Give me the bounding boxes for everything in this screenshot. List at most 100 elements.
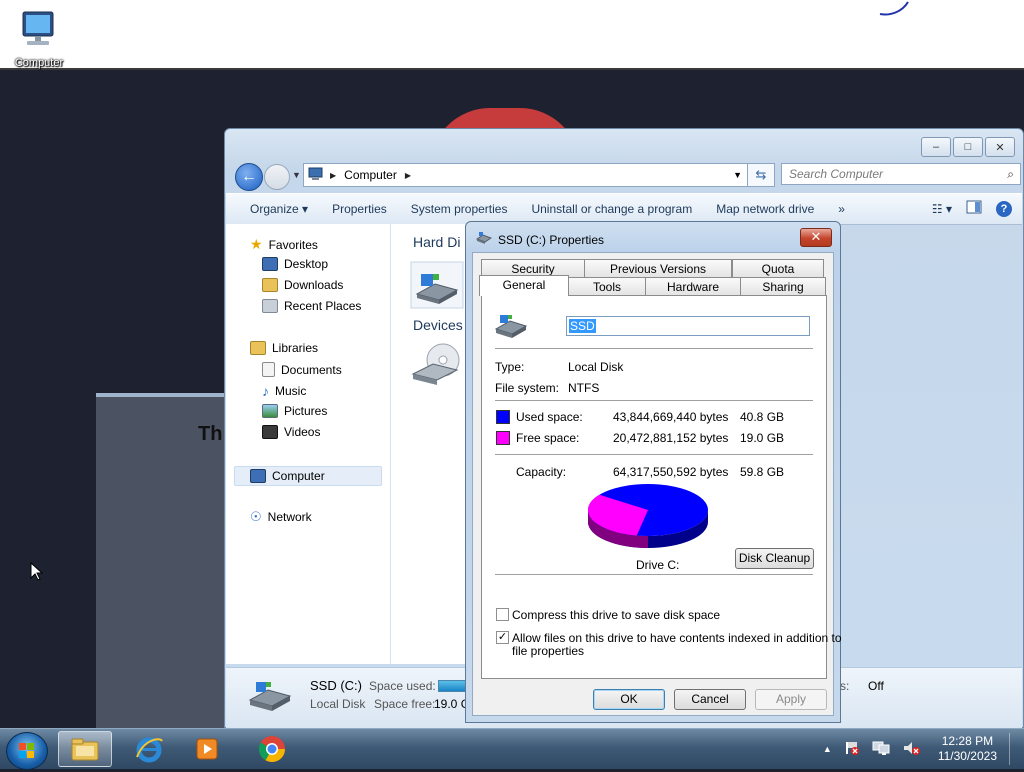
tab-tools[interactable]: Tools (568, 277, 646, 295)
cancel-button[interactable]: Cancel (674, 689, 746, 710)
documents-icon (262, 362, 275, 377)
compress-label[interactable]: Compress this drive to save disk space (512, 608, 720, 622)
group-devices-header[interactable]: Devices (413, 317, 463, 333)
action-center-icon[interactable] (844, 740, 860, 759)
windows-logo-icon (19, 743, 34, 758)
index-label-line2[interactable]: file properties (512, 644, 584, 658)
nav-videos[interactable]: Videos (262, 425, 320, 439)
breadcrumb-computer[interactable]: Computer (344, 168, 397, 182)
nav-recent-places[interactable]: Recent Places (262, 299, 361, 313)
disk-cleanup-button[interactable]: Disk Cleanup (735, 548, 814, 569)
hard-drive-icon[interactable] (409, 260, 465, 313)
index-label-line1[interactable]: Allow files on this drive to have conten… (512, 631, 842, 645)
system-properties-button[interactable]: System properties (411, 202, 508, 216)
apply-button[interactable]: Apply (755, 689, 827, 710)
computer-small-icon (250, 469, 266, 483)
maximize-button[interactable]: □ (953, 137, 983, 157)
dialog-close-button[interactable]: ✕ (800, 228, 832, 247)
media-player-icon (196, 738, 218, 760)
nav-computer[interactable]: Computer (234, 466, 382, 486)
volume-muted-icon[interactable] (902, 740, 920, 759)
compress-checkbox[interactable] (496, 608, 509, 621)
tab-hardware[interactable]: Hardware (645, 277, 741, 295)
index-checkbox[interactable]: ✓ (496, 631, 509, 644)
nav-desktop-label: Desktop (284, 257, 329, 271)
more-commands-button[interactable]: » (838, 202, 845, 216)
tab-general[interactable]: General (479, 275, 569, 296)
capacity-label: Capacity: (516, 465, 567, 479)
background-window[interactable]: Th (96, 393, 236, 737)
breadcrumb-arrow-icon[interactable]: ▶ (405, 171, 411, 180)
pictures-icon (262, 404, 278, 418)
nav-pictures[interactable]: Pictures (262, 404, 327, 418)
taskbar-explorer[interactable] (58, 731, 112, 767)
used-space-bytes: 43,844,669,440 bytes (613, 410, 729, 424)
file-system-value: NTFS (568, 381, 600, 395)
nav-pictures-label: Pictures (284, 404, 328, 418)
tab-sharing[interactable]: Sharing (740, 277, 826, 295)
network-status-icon[interactable] (872, 740, 890, 759)
dvd-drive-icon[interactable] (409, 342, 465, 395)
clock[interactable]: 12:28 PM 11/30/2023 (938, 734, 997, 764)
change-view-icon[interactable]: ☷ ▾ (932, 202, 952, 216)
uninstall-program-button[interactable]: Uninstall or change a program (531, 202, 692, 216)
nav-computer-label: Computer (272, 469, 325, 483)
network-icon: ☉ (250, 509, 262, 524)
map-network-drive-button[interactable]: Map network drive (716, 202, 814, 216)
divider (495, 348, 813, 349)
chrome-icon (258, 736, 286, 763)
desktop-icon-computer[interactable]: Computer (8, 8, 70, 69)
recent-pages-dropdown-icon[interactable]: ▼ (292, 170, 301, 180)
general-tab-panel: SSD Type: Local Disk File system: NTFS U… (481, 295, 842, 679)
taskbar-chrome[interactable] (245, 731, 299, 767)
computer-icon (22, 11, 54, 45)
pen-scribble (879, 1, 909, 16)
drive-properties-dialog[interactable]: SSD (C:) Properties ✕ Security Previous … (465, 221, 842, 723)
minimize-button[interactable]: – (921, 137, 951, 157)
tab-previous-versions[interactable]: Previous Versions (584, 259, 732, 277)
videos-icon (262, 425, 278, 439)
refresh-button[interactable]: ⇆ (747, 163, 775, 187)
navigation-bar: ← ▼ ▶ Computer ▶ ▼ ⇆ Search Computer ⌕ (233, 161, 1021, 191)
used-space-label: Used space: (516, 410, 583, 424)
address-dropdown-icon[interactable]: ▼ (733, 170, 742, 180)
nav-music[interactable]: ♪ Music (262, 383, 306, 399)
organize-button[interactable]: Organize ▾ (250, 202, 308, 216)
nav-documents[interactable]: Documents (262, 362, 342, 377)
breadcrumb-arrow-icon[interactable]: ▶ (330, 171, 336, 180)
address-bar[interactable]: ▶ Computer ▶ ▼ (303, 163, 749, 187)
desktop-icon (262, 257, 278, 271)
search-icon[interactable]: ⌕ (1007, 167, 1014, 182)
nav-network[interactable]: ☉ Network (250, 509, 312, 525)
tab-quota[interactable]: Quota (732, 259, 824, 277)
start-button[interactable] (6, 732, 48, 770)
back-button[interactable]: ← (235, 163, 263, 191)
close-window-button[interactable]: ✕ (985, 137, 1015, 157)
volume-name-input[interactable]: SSD (566, 316, 810, 336)
nav-libraries[interactable]: Libraries (250, 341, 318, 355)
nav-favorites[interactable]: ★ Favorites (250, 236, 318, 253)
taskbar-internet-explorer[interactable] (122, 731, 176, 767)
clock-time: 12:28 PM (941, 734, 994, 748)
properties-button[interactable]: Properties (332, 202, 387, 216)
show-desktop-button[interactable] (1009, 733, 1018, 765)
volume-name-value: SSD (569, 319, 596, 333)
nav-videos-label: Videos (284, 425, 321, 439)
divider (495, 454, 813, 455)
clock-date: 11/30/2023 (937, 749, 997, 763)
group-hard-disk-header[interactable]: Hard Di (413, 234, 460, 250)
music-icon: ♪ (262, 383, 269, 399)
used-space-gb: 40.8 GB (740, 410, 785, 424)
forward-button[interactable] (264, 164, 290, 190)
preview-pane-icon[interactable] (966, 200, 982, 217)
ok-button[interactable]: OK (593, 689, 665, 710)
show-hidden-icons-button[interactable]: ▲ (823, 744, 832, 754)
search-input[interactable]: Search Computer ⌕ (781, 163, 1021, 185)
command-bar-right: ☷ ▾ ? (932, 200, 1012, 217)
taskbar-media-player[interactable] (180, 731, 234, 767)
nav-network-label: Network (267, 510, 312, 524)
computer-small-icon (308, 167, 324, 184)
nav-desktop[interactable]: Desktop (262, 257, 328, 271)
help-icon[interactable]: ? (996, 200, 1012, 217)
nav-downloads[interactable]: Downloads (262, 278, 343, 292)
